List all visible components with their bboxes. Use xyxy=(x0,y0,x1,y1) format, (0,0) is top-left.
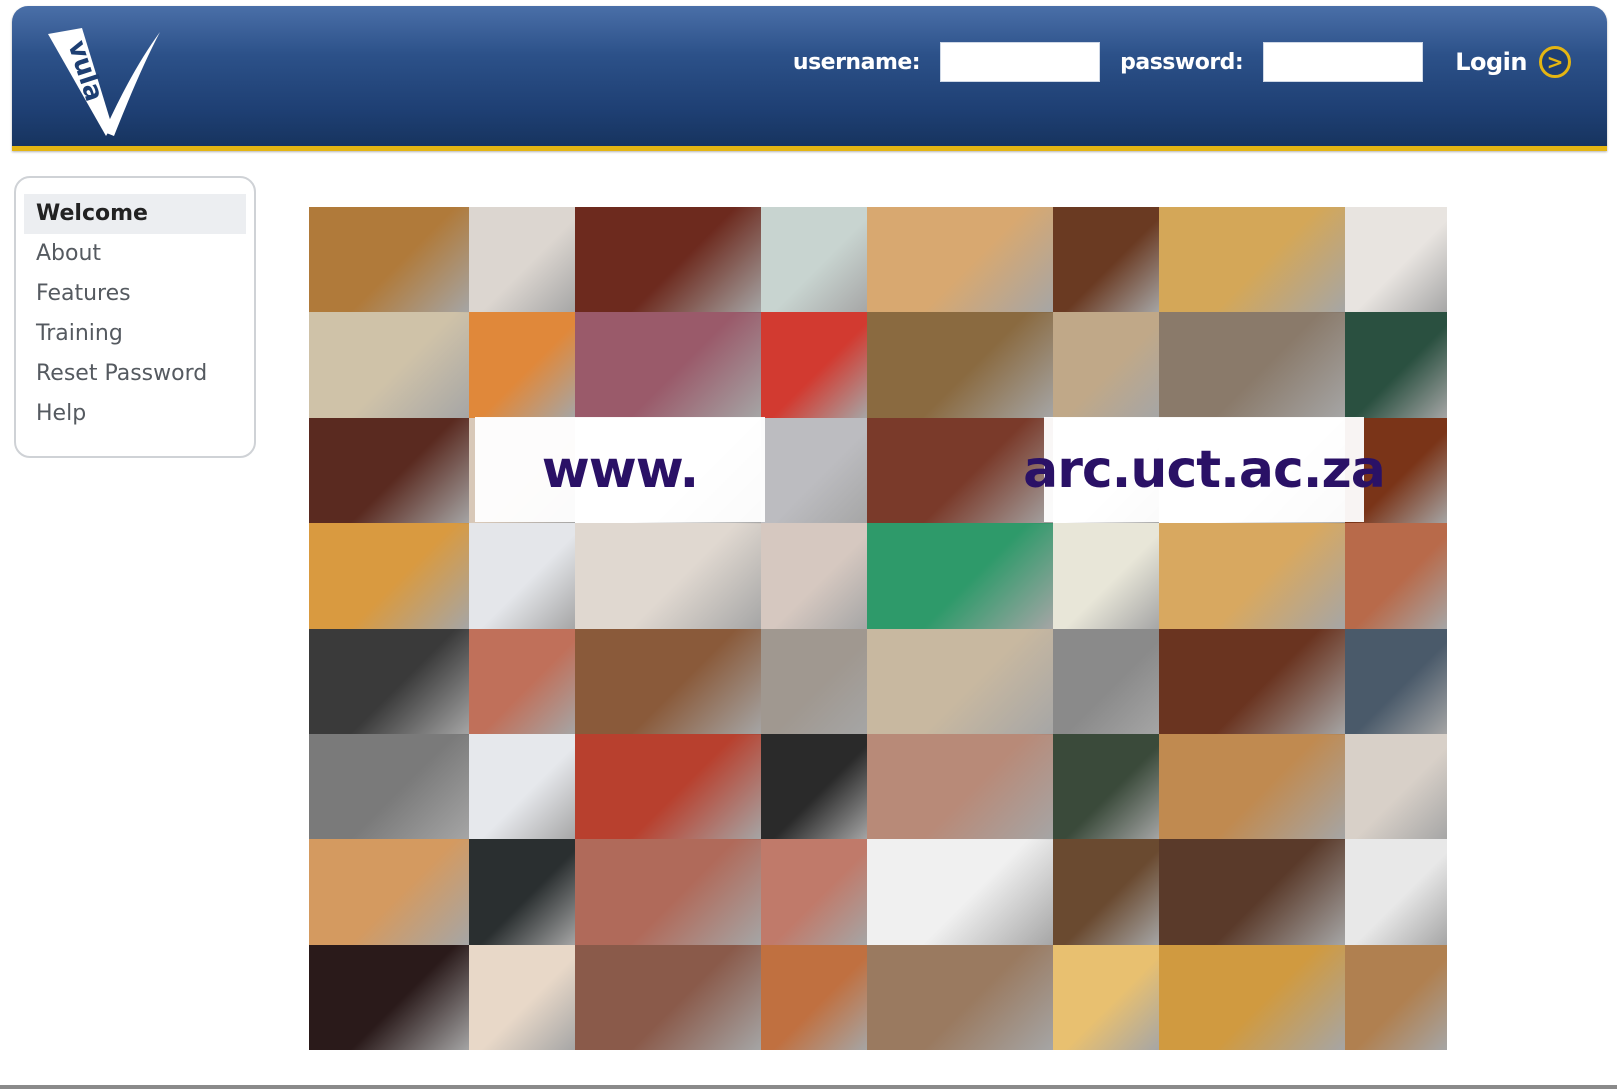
collage-tile xyxy=(575,945,761,1050)
collage-tile xyxy=(309,312,469,418)
collage-tile xyxy=(867,629,1053,735)
nav-item-about[interactable]: About xyxy=(24,234,246,274)
collage-tile xyxy=(1159,734,1345,840)
collage-tile xyxy=(761,734,867,840)
collage-tile xyxy=(1345,734,1447,840)
collage-tile xyxy=(1053,945,1159,1050)
collage-tile xyxy=(309,629,469,735)
collage-tile xyxy=(1053,207,1159,313)
collage-tile xyxy=(1159,523,1345,629)
collage-tile xyxy=(867,523,1053,629)
collage-tile xyxy=(1053,523,1159,629)
collage-tile xyxy=(867,312,1053,418)
collage-tile xyxy=(309,523,469,629)
archive-collage-image: www. arc.uct.ac.za xyxy=(309,207,1447,1050)
nav-item-features[interactable]: Features xyxy=(24,274,246,314)
login-form: username: password: Login > xyxy=(793,42,1571,82)
collage-tile xyxy=(761,839,867,945)
collage-tile xyxy=(761,523,867,629)
collage-tile xyxy=(469,312,575,418)
vula-logo-text: vula xyxy=(61,37,109,105)
collage-tile xyxy=(761,418,867,524)
nav-item-reset-password[interactable]: Reset Password xyxy=(24,354,246,394)
collage-tile xyxy=(309,734,469,840)
collage-tile xyxy=(867,207,1053,313)
collage-tile xyxy=(575,523,761,629)
collage-tile xyxy=(761,629,867,735)
collage-tile xyxy=(469,207,575,313)
vula-logo: vula xyxy=(48,28,160,136)
collage-tile xyxy=(867,839,1053,945)
url-www: www. xyxy=(475,417,765,522)
collage-tile xyxy=(1345,945,1447,1050)
collage-tile xyxy=(761,207,867,313)
collage-tile xyxy=(575,207,761,313)
collage-tile xyxy=(1159,629,1345,735)
url-domain: arc.uct.ac.za xyxy=(1023,417,1386,522)
collage-tile xyxy=(469,839,575,945)
collage-tile xyxy=(309,945,469,1050)
collage-tile xyxy=(575,839,761,945)
collage-tile xyxy=(469,523,575,629)
collage-tile xyxy=(1345,312,1447,418)
username-input[interactable] xyxy=(940,42,1101,82)
collage-tile xyxy=(1159,207,1345,313)
collage-tile xyxy=(1053,839,1159,945)
collage-tile xyxy=(1053,734,1159,840)
login-arrow-icon[interactable]: > xyxy=(1539,46,1571,78)
login-button[interactable]: Login > xyxy=(1455,46,1571,78)
collage-tile xyxy=(1053,312,1159,418)
collage-tile xyxy=(575,734,761,840)
collage-tile xyxy=(469,629,575,735)
collage-tile xyxy=(469,945,575,1050)
password-label: password: xyxy=(1120,49,1244,75)
collage-tile xyxy=(575,312,761,418)
collage-tile xyxy=(309,839,469,945)
nav-item-help[interactable]: Help xyxy=(24,394,246,434)
collage-tile xyxy=(309,418,469,524)
nav-item-training[interactable]: Training xyxy=(24,314,246,354)
username-label: username: xyxy=(792,49,921,75)
collage-tile xyxy=(761,312,867,418)
collage-tile xyxy=(1345,523,1447,629)
collage-tile xyxy=(1345,207,1447,313)
collage-tile xyxy=(1345,629,1447,735)
login-label: Login xyxy=(1455,48,1527,76)
collage-tile xyxy=(575,629,761,735)
top-banner: vula username: password: Login > xyxy=(12,6,1607,151)
collage-tile xyxy=(761,945,867,1050)
nav-item-welcome[interactable]: Welcome xyxy=(24,194,246,234)
password-input[interactable] xyxy=(1263,42,1424,82)
collage-tile xyxy=(1159,839,1345,945)
collage-tile xyxy=(867,734,1053,840)
collage-tile xyxy=(309,207,469,313)
collage-tile xyxy=(1159,945,1345,1050)
collage-tile xyxy=(1053,629,1159,735)
collage-tile xyxy=(469,734,575,840)
collage-tile xyxy=(1345,839,1447,945)
side-nav: Welcome About Features Training Reset Pa… xyxy=(14,176,256,458)
collage-tile xyxy=(1159,312,1345,418)
collage-tile xyxy=(867,945,1053,1050)
